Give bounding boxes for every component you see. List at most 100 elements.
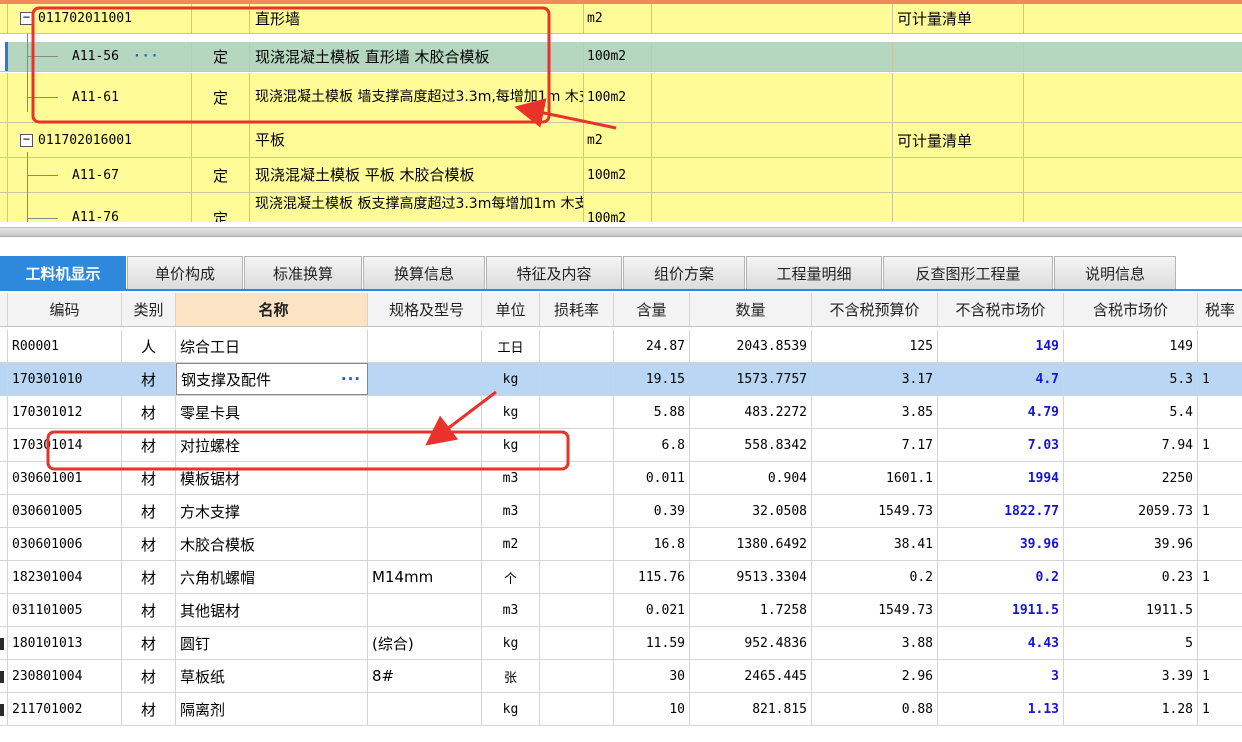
item-content[interactable]: 5.88	[614, 396, 690, 428]
item-market-price-tax[interactable]: 5	[1064, 627, 1198, 659]
item-loss-rate[interactable]	[540, 693, 614, 725]
item-content[interactable]: 11.59	[614, 627, 690, 659]
item-content[interactable]: 115.76	[614, 561, 690, 593]
item-name[interactable]: 木胶合模板	[176, 528, 368, 560]
item-name[interactable]: 其他锯材	[176, 594, 368, 626]
item-tax-rate[interactable]: 1	[1198, 495, 1242, 527]
item-name[interactable]: 方木支撑	[176, 495, 368, 527]
grid-row[interactable]: 211701002 材隔离剂 kg 10 821.815 0.88 1.13 1.28 1	[0, 693, 1242, 726]
item-category[interactable]: 材	[122, 660, 176, 692]
item-loss-rate[interactable]	[540, 561, 614, 593]
item-content[interactable]: 30	[614, 660, 690, 692]
item-spec[interactable]	[368, 396, 482, 428]
item-name[interactable]: 钢支撑及配件 ···	[176, 363, 368, 395]
item-market-price-tax[interactable]: 3.39	[1064, 660, 1198, 692]
item-budget-price[interactable]: 7.17	[812, 429, 938, 461]
item-tax-rate[interactable]	[1198, 594, 1242, 626]
header-name[interactable]: 名称	[176, 293, 368, 326]
header-market-price[interactable]: 不含税市场价	[938, 293, 1064, 326]
item-market-price-tax[interactable]: 5.3	[1064, 363, 1198, 395]
header-budget-price[interactable]: 不含税预算价	[812, 293, 938, 326]
item-unit[interactable]: m3	[482, 594, 540, 626]
item-quantity[interactable]: 32.0508	[690, 495, 812, 527]
item-unit[interactable]: 张	[482, 660, 540, 692]
header-spec[interactable]: 规格及型号	[368, 293, 482, 326]
item-market-price[interactable]: 1911.5	[938, 594, 1064, 626]
item-budget-price[interactable]: 3.85	[812, 396, 938, 428]
item-unit[interactable]: kg	[482, 627, 540, 659]
item-code[interactable]: 030601006	[8, 528, 122, 560]
item-spec[interactable]	[368, 594, 482, 626]
item-budget-price[interactable]: 38.41	[812, 528, 938, 560]
more-button[interactable]: ···	[341, 370, 361, 388]
tab-features[interactable]: 特征及内容	[486, 256, 622, 289]
item-code[interactable]: R00001	[8, 330, 122, 362]
item-content[interactable]: 6.8	[614, 429, 690, 461]
pane-splitter[interactable]	[0, 222, 1242, 252]
item-spec[interactable]	[368, 462, 482, 494]
item-name[interactable]: 零星卡具	[176, 396, 368, 428]
item-market-price-tax[interactable]: 7.94	[1064, 429, 1198, 461]
item-budget-price[interactable]: 1601.1	[812, 462, 938, 494]
grid-row[interactable]: 180101013 材圆钉 (综合) kg 11.59 952.4836 3.88 4.43 5	[0, 627, 1242, 660]
item-content[interactable]: 0.011	[614, 462, 690, 494]
item-tax-rate[interactable]	[1198, 330, 1242, 362]
item-tax-rate[interactable]: 1	[1198, 429, 1242, 461]
grid-row[interactable]: 030601005 材方木支撑 m3 0.39 32.0508 1549.73 1822.7…	[0, 495, 1242, 528]
item-market-price[interactable]: 3	[938, 660, 1064, 692]
item-quantity[interactable]: 2043.8539	[690, 330, 812, 362]
item-quantity[interactable]: 558.8342	[690, 429, 812, 461]
item-market-price-tax[interactable]: 1911.5	[1064, 594, 1198, 626]
item-unit[interactable]: 个	[482, 561, 540, 593]
item-name[interactable]: 综合工日	[176, 330, 368, 362]
item-market-price-tax[interactable]: 2250	[1064, 462, 1198, 494]
item-market-price-tax[interactable]: 39.96	[1064, 528, 1198, 560]
item-category[interactable]: 材	[122, 693, 176, 725]
item-market-price[interactable]: 149	[938, 330, 1064, 362]
header-tax-rate[interactable]: 税率	[1198, 293, 1242, 326]
item-category[interactable]: 材	[122, 462, 176, 494]
quota-row[interactable]: A11-76 定 现浇混凝土模板 板支撑高度超过3.3m每增加1m 木支撑 10…	[0, 193, 1242, 222]
item-budget-price[interactable]: 1549.73	[812, 495, 938, 527]
item-quantity[interactable]: 0.904	[690, 462, 812, 494]
item-unit[interactable]: m2	[482, 528, 540, 560]
item-tax-rate[interactable]: 1	[1198, 660, 1242, 692]
item-market-price[interactable]: 39.96	[938, 528, 1064, 560]
item-unit[interactable]: m3	[482, 462, 540, 494]
item-tax-rate[interactable]: 1	[1198, 693, 1242, 725]
item-content[interactable]: 24.87	[614, 330, 690, 362]
item-quantity[interactable]: 1.7258	[690, 594, 812, 626]
item-category[interactable]: 材	[122, 594, 176, 626]
tab-reverse-graphic-quantity[interactable]: 反查图形工程量	[883, 256, 1053, 289]
item-budget-price[interactable]: 3.17	[812, 363, 938, 395]
item-unit[interactable]: kg	[482, 363, 540, 395]
item-quantity[interactable]: 821.815	[690, 693, 812, 725]
tab-quantity-detail[interactable]: 工程量明细	[746, 256, 882, 289]
item-loss-rate[interactable]	[540, 594, 614, 626]
tab-conversion-info[interactable]: 换算信息	[363, 256, 485, 289]
item-content[interactable]: 19.15	[614, 363, 690, 395]
item-code[interactable]: 030601005	[8, 495, 122, 527]
item-code[interactable]: 211701002	[8, 693, 122, 725]
item-spec[interactable]	[368, 693, 482, 725]
tab-pricing-plan[interactable]: 组价方案	[623, 256, 745, 289]
item-content[interactable]: 0.39	[614, 495, 690, 527]
header-quantity[interactable]: 数量	[690, 293, 812, 326]
item-unit[interactable]: m3	[482, 495, 540, 527]
item-loss-rate[interactable]	[540, 396, 614, 428]
item-tax-rate[interactable]	[1198, 528, 1242, 560]
header-unit[interactable]: 单位	[482, 293, 540, 326]
item-loss-rate[interactable]	[540, 462, 614, 494]
item-loss-rate[interactable]	[540, 495, 614, 527]
item-unit[interactable]: 工日	[482, 330, 540, 362]
item-quantity[interactable]: 1573.7757	[690, 363, 812, 395]
item-content[interactable]: 10	[614, 693, 690, 725]
grid-row[interactable]: 170301014 材对拉螺栓 kg 6.8 558.8342 7.17 7.03 7.94 1	[0, 429, 1242, 462]
item-market-price[interactable]: 1822.77	[938, 495, 1064, 527]
item-market-price[interactable]: 0.2	[938, 561, 1064, 593]
bill-row[interactable]: − 011702011001 直形墙 m2 可计量清单	[0, 4, 1242, 34]
item-spec[interactable]	[368, 330, 482, 362]
item-code[interactable]: 230801004	[8, 660, 122, 692]
item-category[interactable]: 材	[122, 627, 176, 659]
quota-row[interactable]: A11-67 定 现浇混凝土模板 平板 木胶合模板 100m2	[0, 158, 1242, 193]
